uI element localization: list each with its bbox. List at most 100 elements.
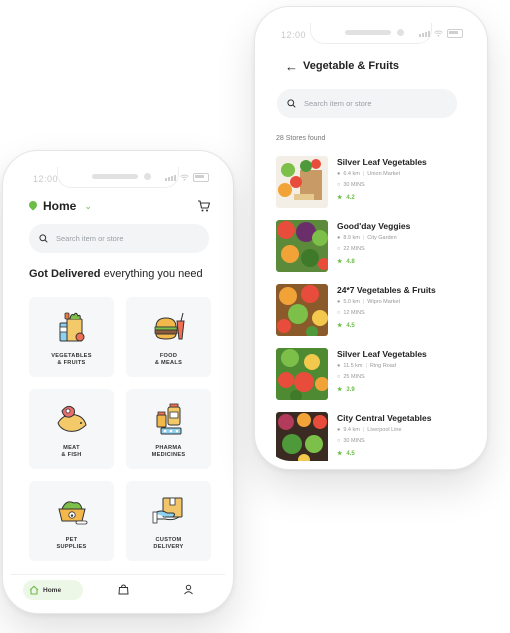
- battery-icon: [193, 173, 209, 182]
- back-arrow-icon[interactable]: ←: [285, 59, 298, 74]
- area-text: Union Market: [367, 171, 400, 177]
- store-eta: ○ 30 MINS: [337, 182, 365, 188]
- category-label: FOOD & MEALS: [154, 353, 183, 366]
- search-placeholder: Search item or store: [304, 99, 372, 108]
- nav-home-label: Home: [43, 586, 62, 594]
- store-name: 24*7 Vegetables & Fruits: [337, 285, 436, 295]
- category-meat-fish[interactable]: MEAT & FISH: [29, 389, 114, 469]
- store-thumbnail: [276, 284, 328, 336]
- search-bar[interactable]: Search item or store: [277, 89, 457, 118]
- star-icon: ★: [337, 323, 343, 329]
- eta-text: 22 MINS: [343, 246, 365, 252]
- rating-text: 3.9: [346, 386, 355, 393]
- category-custom-delivery[interactable]: CUSTOM DELIVERY: [126, 481, 211, 561]
- store-list-screen: 12:00 ← Vegetable & Fruits Search item o…: [263, 15, 479, 461]
- store-thumbnail: [276, 156, 328, 208]
- star-icon: ★: [337, 259, 343, 265]
- category-label: CUSTOM DELIVERY: [153, 537, 184, 550]
- store-rating: ★ 4.5: [337, 322, 355, 330]
- distance-text: 5.0 km: [343, 299, 360, 305]
- category-vegetables-fruits[interactable]: VEGETABLES & FRUITS: [29, 297, 114, 377]
- store-list-phone: 12:00 ← Vegetable & Fruits Search item o…: [254, 6, 488, 470]
- home-phone: 12:00 Home ⌄ Search item or store Got De…: [2, 150, 234, 614]
- eta-text: 30 MINS: [343, 438, 365, 444]
- rating-text: 4.8: [346, 258, 355, 265]
- store-row[interactable]: City Central Vegetables ● 9.4 km | Liverpoo…: [276, 412, 476, 461]
- headline-bold: Got Delivered: [29, 268, 101, 280]
- meat-fish-icon: [56, 405, 87, 432]
- search-placeholder: Search item or store: [56, 234, 124, 243]
- wifi-icon: [434, 30, 443, 37]
- clock-icon: ○: [337, 438, 341, 444]
- clock-icon: ○: [337, 310, 341, 316]
- star-icon: ★: [337, 451, 343, 457]
- category-label: VEGETABLES & FRUITS: [51, 353, 92, 366]
- pet-bowl-icon: [57, 501, 87, 525]
- status-time: 12:00: [33, 174, 59, 184]
- location-selector[interactable]: Home ⌄: [29, 199, 92, 213]
- battery-icon: [447, 29, 463, 38]
- store-eta: ○ 22 MINS: [337, 246, 365, 252]
- category-pet-supplies[interactable]: PET SUPPLIES: [29, 481, 114, 561]
- distance-text: 8.9 km: [343, 235, 360, 241]
- category-label: PHARMA MEDICINES: [151, 445, 186, 458]
- store-distance: ● 8.9 km | City Garden: [337, 235, 397, 241]
- search-icon: [287, 99, 296, 108]
- phone-notch: [310, 23, 432, 44]
- store-distance: ● 6.4 km | Union Market: [337, 171, 400, 177]
- home-icon: [29, 585, 39, 595]
- store-name: Good'day Veggies: [337, 221, 411, 231]
- burger-icon: [154, 312, 185, 340]
- phone-notch: [57, 167, 179, 188]
- store-eta: ○ 30 MINS: [337, 438, 365, 444]
- category-pharma-medicines[interactable]: PHARMA MEDICINES: [126, 389, 211, 469]
- page-title: Vegetable & Fruits: [303, 60, 399, 72]
- results-count: 28 Stores found: [276, 135, 326, 142]
- area-text: Wipro Market: [367, 299, 400, 305]
- status-time: 12:00: [281, 30, 307, 40]
- rating-text: 4.5: [346, 322, 355, 329]
- chevron-down-icon: ⌄: [84, 200, 92, 211]
- area-text: City Garden: [367, 235, 397, 241]
- location-pin-icon: ●: [337, 427, 341, 433]
- clock-icon: ○: [337, 182, 341, 188]
- store-thumbnail: [276, 412, 328, 461]
- star-icon: ★: [337, 387, 343, 393]
- signal-icon: [165, 174, 176, 181]
- location-label: Home: [43, 199, 77, 213]
- vegetables-bag-icon: [59, 312, 84, 342]
- status-icons: [419, 29, 463, 38]
- eta-text: 30 MINS: [343, 182, 365, 188]
- store-rating: ★ 4.8: [337, 258, 355, 266]
- store-row[interactable]: Silver Leaf Vegetables ● 11.5 km | Ring Roa…: [276, 348, 476, 402]
- distance-text: 11.5 km: [343, 363, 363, 369]
- store-row[interactable]: Good'day Veggies ● 8.9 km | City Garden ○ 22…: [276, 220, 476, 274]
- category-food-meals[interactable]: FOOD & MEALS: [126, 297, 211, 377]
- store-rating: ★ 4.5: [337, 450, 355, 458]
- store-eta: ○ 12 MINS: [337, 310, 365, 316]
- star-icon: ★: [337, 195, 343, 201]
- location-pin-icon: ●: [337, 171, 341, 177]
- search-bar[interactable]: Search item or store: [29, 224, 209, 253]
- store-rating: ★ 4.2: [337, 194, 355, 202]
- store-eta: ○ 25 MINS: [337, 374, 365, 380]
- store-row[interactable]: Silver Leaf Vegetables ● 6.4 km | Union Mar…: [276, 156, 476, 210]
- wifi-icon: [180, 174, 189, 181]
- store-name: Silver Leaf Vegetables: [337, 349, 427, 359]
- cart-icon[interactable]: [197, 199, 211, 213]
- location-pin-icon: ●: [337, 363, 341, 369]
- nav-home-tab[interactable]: Home: [23, 580, 83, 600]
- store-distance: ● 9.4 km | Liverpool Line: [337, 427, 402, 433]
- profile-icon[interactable]: [183, 584, 194, 595]
- status-icons: [165, 173, 209, 182]
- eta-text: 25 MINS: [343, 374, 365, 380]
- area-text: Ring Road: [369, 363, 396, 369]
- store-distance: ● 11.5 km | Ring Road: [337, 363, 396, 369]
- home-screen: 12:00 Home ⌄ Search item or store Got De…: [11, 159, 225, 605]
- store-row[interactable]: 24*7 Vegetables & Fruits ● 5.0 km | Wipro M…: [276, 284, 476, 338]
- clock-icon: ○: [337, 246, 341, 252]
- category-label: MEAT & FISH: [61, 445, 82, 458]
- shopping-bag-icon[interactable]: [118, 584, 129, 595]
- medicine-bottle-icon: [156, 403, 181, 435]
- distance-text: 9.4 km: [343, 427, 360, 433]
